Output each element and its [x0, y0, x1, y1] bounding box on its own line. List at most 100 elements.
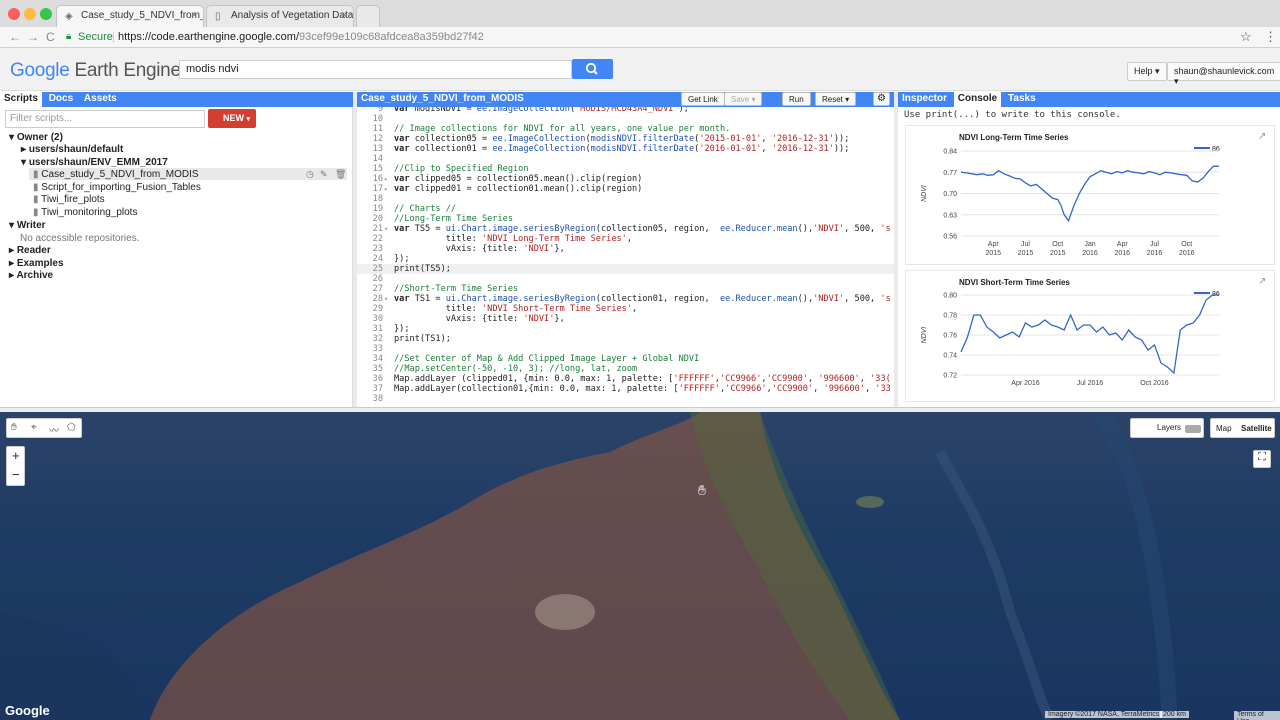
script-item[interactable]: ▮ Tiwi_fire_plots	[33, 194, 105, 205]
url-input[interactable]: https://code.earthengine.google.com/93ce…	[118, 31, 484, 43]
script-item[interactable]: ▮ Script_for_importing_Fusion_Tables	[33, 182, 201, 193]
help-button[interactable]: Help ▾	[1127, 62, 1167, 81]
run-button[interactable]: Run	[782, 92, 811, 106]
map-type-satellite[interactable]: Satellite	[1241, 424, 1272, 433]
marker-icon[interactable]: ⌖	[31, 422, 37, 433]
code-line[interactable]: 23 vAxis: {title: 'NDVI'},	[357, 244, 894, 254]
script-item[interactable]: ▮ Tiwi_monitoring_plots	[33, 207, 137, 218]
map-terrain	[0, 412, 1178, 720]
filter-scripts-input[interactable]: Filter scripts...	[5, 110, 205, 128]
polyline-icon[interactable]: 〰	[49, 422, 59, 437]
code-line[interactable]: 27 //Short-Term Time Series	[357, 284, 894, 294]
line-number: 23	[372, 244, 383, 254]
code-line[interactable]: 10	[357, 114, 894, 124]
code-line[interactable]: 22 title: 'NDVI Long-Term Time Series',	[357, 234, 894, 244]
google-earth-engine-logo[interactable]: Google Earth Engine	[10, 60, 181, 82]
browser-tab-analysis[interactable]: ▯ Analysis of Vegetation Data - E ×	[206, 5, 354, 27]
reset-button[interactable]: Reset ▾	[815, 92, 857, 106]
history-icon[interactable]: ◷	[306, 169, 314, 180]
zoom-in-button[interactable]: +	[12, 448, 20, 463]
tab-inspector[interactable]: Inspector	[898, 92, 951, 107]
tab-docs[interactable]: Docs	[45, 92, 77, 107]
close-window-button[interactable]	[8, 8, 20, 20]
layers-button[interactable]: Layers	[1130, 418, 1204, 438]
code-editor[interactable]: 9 var modisNDVI = ee.ImageCollection('MOD…	[357, 107, 894, 407]
code-line[interactable]: 24});	[357, 254, 894, 264]
tab-tasks[interactable]: Tasks	[1004, 92, 1040, 107]
code-line[interactable]: 14	[357, 154, 894, 164]
tab-assets[interactable]: Assets	[80, 92, 121, 107]
code-line[interactable]: 20 //Long-Term Time Series	[357, 214, 894, 224]
code-line[interactable]: 35 //Map.setCenter(-50, -10, 3); //long, …	[357, 364, 894, 374]
code-line[interactable]: 9 var modisNDVI = ee.ImageCollection('MOD…	[357, 107, 894, 114]
x-tick-sublabel: 2016	[1114, 250, 1130, 257]
pan-hand-icon[interactable]: ✋︎	[11, 422, 17, 433]
code-line[interactable]: 26	[357, 274, 894, 284]
search-button[interactable]	[572, 59, 613, 79]
rename-icon[interactable]: ✎	[320, 169, 328, 180]
code-line[interactable]: 37 Map.addLayer(collection01,{min: 0.0, m…	[357, 384, 894, 394]
terms-link[interactable]: Terms of Use	[1234, 711, 1280, 720]
tab-close-icon[interactable]: ×	[341, 10, 347, 21]
zoom-window-button[interactable]	[40, 8, 52, 20]
code-line[interactable]: 32 print(TS1);	[357, 334, 894, 344]
code-line[interactable]: 16 ▸ var clipped05 = collection05.mean().c…	[357, 174, 894, 184]
code-line[interactable]: 11 // Image collections for NDVI for all …	[357, 124, 894, 134]
tree-archive[interactable]: ▸ Archive	[9, 270, 53, 281]
new-tab-button[interactable]	[356, 5, 380, 27]
reload-button[interactable]: C	[46, 30, 55, 44]
tree-examples[interactable]: ▸ Examples	[9, 258, 64, 269]
tree-repo-default[interactable]: ▸ users/shaun/default	[21, 144, 123, 155]
tree-writer[interactable]: ▾ Writer	[9, 220, 46, 231]
delete-icon[interactable]: 🗑︎	[335, 169, 346, 180]
polygon-icon[interactable]: ⬠	[67, 422, 76, 433]
tree-reader[interactable]: ▸ Reader	[9, 245, 51, 256]
new-script-button[interactable]: NEW ▾	[208, 109, 256, 128]
code-line[interactable]: 29 title: 'NDVI Short-Term Time Series',	[357, 304, 894, 314]
tab-close-icon[interactable]: ×	[191, 10, 197, 21]
code-line[interactable]: 17 ▸ var clipped01 = collection01.mean().c…	[357, 184, 894, 194]
settings-gear-icon[interactable]: ⚙	[873, 92, 890, 106]
code-text: var collection05 = ee.ImageCollection(mo…	[394, 134, 850, 144]
code-line[interactable]: 13 var collection01 = ee.ImageCollection(…	[357, 144, 894, 154]
x-tick-label: Oct	[1181, 241, 1192, 248]
forward-button[interactable]: →	[27, 30, 39, 44]
code-line[interactable]: 28 ▾ var TS1 = ui.Chart.image.seriesByRegi…	[357, 294, 894, 304]
tree-owner[interactable]: ▾ Owner (2)	[9, 132, 63, 143]
code-line[interactable]: 34 //Set Center of Map & Add Clipped Imag…	[357, 354, 894, 364]
code-line[interactable]: 12 var collection05 = ee.ImageCollection(…	[357, 134, 894, 144]
fold-toggle-icon[interactable]: ▸	[384, 174, 388, 184]
code-line[interactable]: 31});	[357, 324, 894, 334]
script-item[interactable]: ▮ Case_study_5_NDVI_from_MODIS	[33, 169, 199, 180]
code-line[interactable]: 18	[357, 194, 894, 204]
browser-tab-script[interactable]: ◈ Case_study_5_NDVI_from_MO ×	[56, 5, 204, 27]
browser-menu-icon[interactable]: ⋮	[1264, 29, 1277, 45]
fold-toggle-icon[interactable]: ▾	[384, 294, 388, 304]
tab-console[interactable]: Console	[953, 92, 1002, 107]
code-line[interactable]: 36 Map.addLayer (clipped01, {min: 0.0, ma…	[357, 374, 894, 384]
map-view[interactable]: ✋︎ ⌖ 〰 ⬠ + − Layers Map Satellite ⛶ ✋︎ G…	[0, 412, 1280, 720]
line-number: 13	[372, 144, 383, 154]
fold-toggle-icon[interactable]: ▾	[384, 224, 388, 234]
code-line[interactable]: 30 vAxis: {title: 'NDVI'},	[357, 314, 894, 324]
bookmark-star-icon[interactable]: ☆	[1240, 29, 1252, 45]
fullscreen-icon[interactable]: ⛶	[1253, 450, 1271, 468]
save-button[interactable]: Save ▾	[724, 92, 763, 106]
tree-repo-env[interactable]: ▾ users/shaun/ENV_EMM_2017	[21, 157, 168, 168]
back-button[interactable]: ←	[9, 30, 21, 44]
code-line[interactable]: 21 ▾ var TS5 = ui.Chart.image.seriesByRegi…	[357, 224, 894, 234]
map-type-map[interactable]: Map	[1216, 424, 1232, 433]
search-input[interactable]: modis ndvi	[179, 60, 572, 79]
code-line[interactable]: 19 // Charts //	[357, 204, 894, 214]
tab-scripts[interactable]: Scripts	[0, 92, 42, 107]
minimize-window-button[interactable]	[24, 8, 36, 20]
line-number: 16	[372, 174, 383, 184]
get-link-button[interactable]: Get Link	[681, 92, 725, 106]
zoom-out-button[interactable]: −	[12, 467, 20, 482]
account-button[interactable]: shaun@shaunlevick.com ▾	[1167, 62, 1280, 86]
fold-toggle-icon[interactable]: ▸	[384, 184, 388, 194]
code-line[interactable]: 33	[357, 344, 894, 354]
code-line[interactable]: 25 print(TS5);	[357, 264, 894, 274]
code-line[interactable]: 15 //Clip to Specified Region	[357, 164, 894, 174]
code-line[interactable]: 38	[357, 394, 894, 404]
